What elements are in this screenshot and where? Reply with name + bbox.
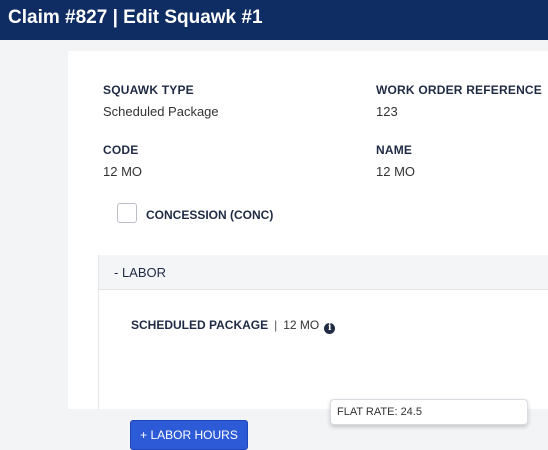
squawk-form-card: SQUAWK TYPE Scheduled Package WORK ORDER… [68, 51, 548, 450]
separator: | [274, 318, 278, 332]
labor-section: - LABOR SCHEDULED PACKAGE | 12 MO i FLAT RA… [98, 255, 548, 450]
work-order-reference-value: 123 [376, 104, 398, 119]
code-label: CODE [103, 143, 139, 157]
code-value: 12 MO [103, 164, 143, 179]
labor-section-header[interactable]: - LABOR [99, 255, 548, 290]
name-label: NAME [376, 143, 413, 157]
concession-label: CONCESSION (CONC) [146, 208, 274, 222]
squawk-type-value: Scheduled Package [103, 104, 219, 119]
work-order-reference-label: WORK ORDER REFERENCE [376, 83, 543, 97]
labor-collapse-toggle[interactable]: - LABOR [114, 265, 166, 280]
info-icon[interactable]: i [324, 323, 336, 334]
flat-rate-text: FLAT RATE: 24.5 [337, 406, 422, 418]
name-value: 12 MO [376, 164, 416, 179]
squawk-type-label: SQUAWK TYPE [103, 83, 194, 97]
scheduled-package-label: SCHEDULED PACKAGE [131, 318, 269, 332]
top-header-bar: Claim #827 | Edit Squawk #1 [0, 0, 548, 40]
add-labor-hours-button[interactable]: + LABOR HOURS [130, 420, 248, 450]
scheduled-package-row: SCHEDULED PACKAGE | 12 MO i [131, 318, 336, 334]
page-title: Claim #827 | Edit Squawk #1 [8, 7, 263, 28]
scheduled-package-value: 12 MO [283, 318, 320, 332]
flat-rate-tooltip: FLAT RATE: 24.5 [330, 399, 528, 425]
concession-checkbox[interactable] [117, 203, 137, 223]
